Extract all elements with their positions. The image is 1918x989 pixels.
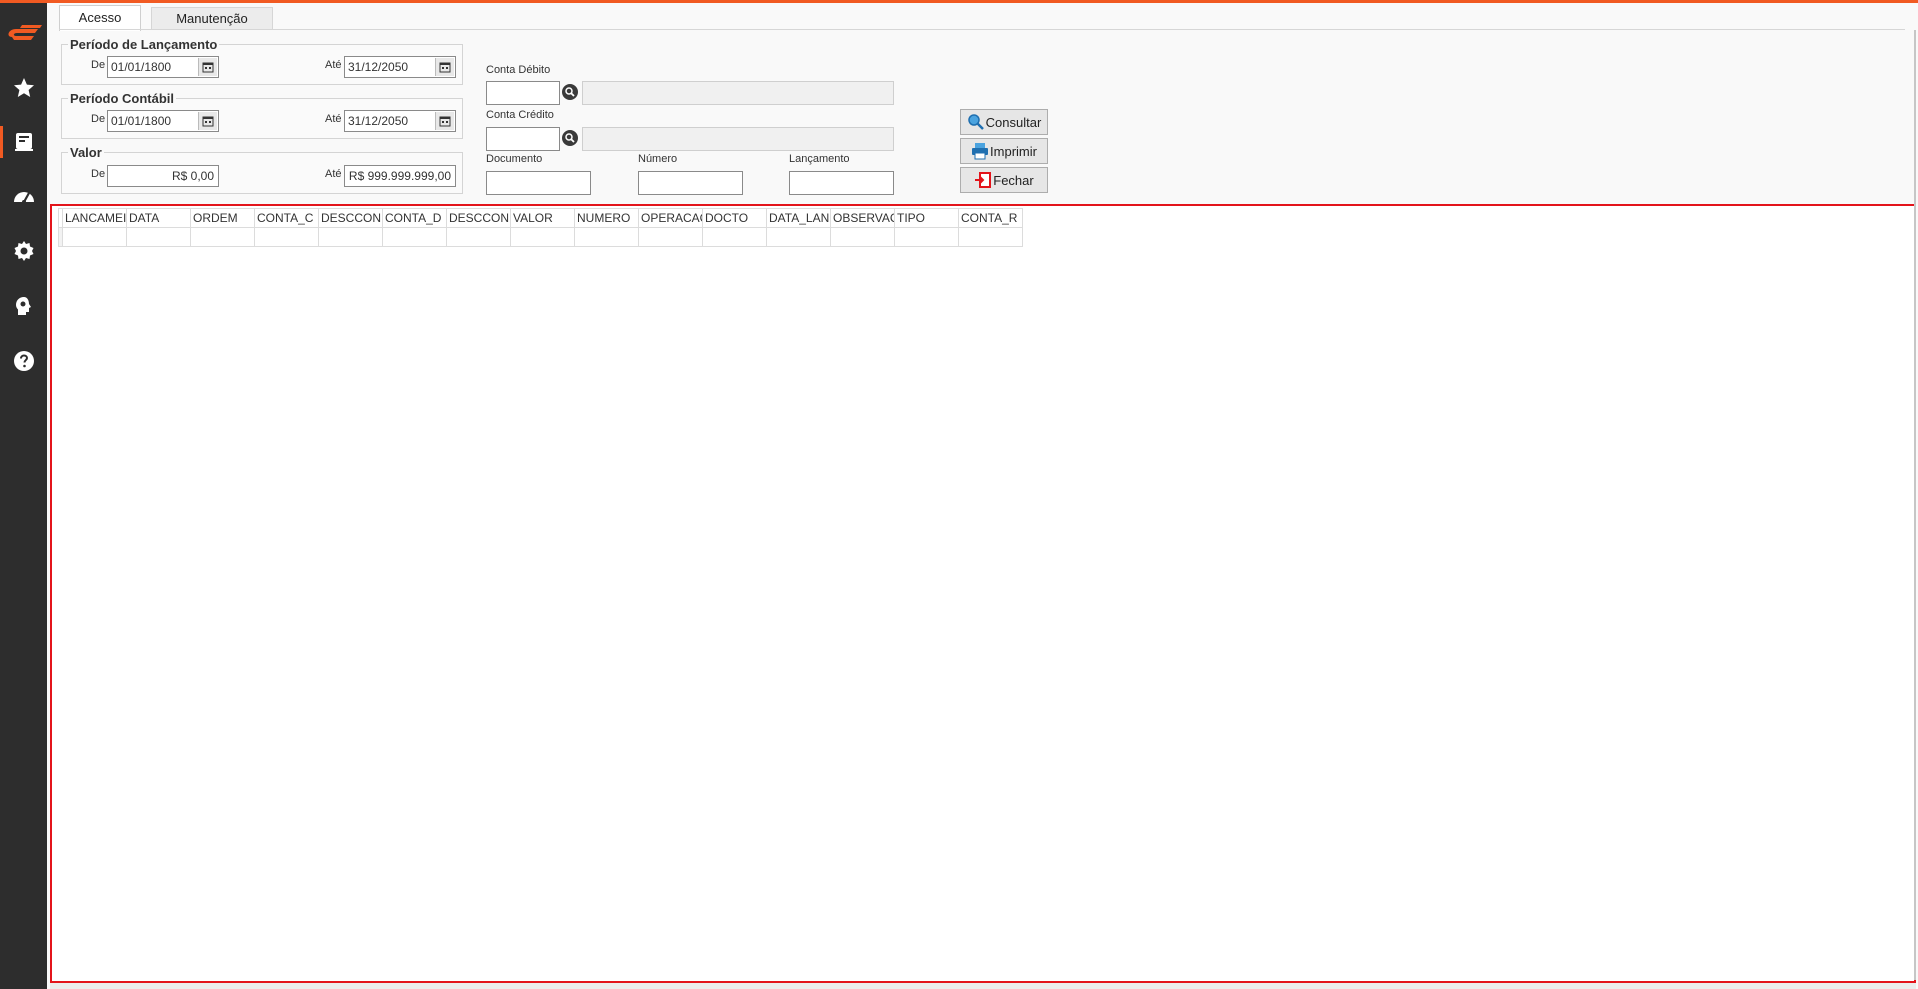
search-icon [967,114,984,130]
periodo-lancamento-title: Período de Lançamento [70,37,218,52]
documento-input[interactable] [486,171,591,195]
consultar-label: Consultar [985,114,1042,130]
column-header[interactable]: DOCTO [702,208,767,228]
column-header[interactable]: OPERACAC [638,208,703,228]
fechar-button[interactable]: Fechar [960,167,1048,193]
table-cell[interactable] [638,227,703,247]
column-header[interactable]: CONTA_C [254,208,319,228]
periodo-lancamento-de-input[interactable]: 01/01/1800 [107,56,219,78]
gear-icon [14,241,33,261]
periodo-lancamento-ate-value: 31/12/2050 [348,60,409,74]
table-header-row: LANCAMEI DATA ORDEM CONTA_C DESCCON CONT… [58,208,1023,228]
periodo-lancamento-ate-input[interactable]: 31/12/2050 [344,56,456,78]
column-header[interactable]: OBSERVAC [830,208,895,228]
table-cell[interactable] [254,227,319,247]
printer-icon [972,143,989,160]
numero-input[interactable] [638,171,743,195]
column-header[interactable]: CONTA_D [382,208,447,228]
column-header[interactable]: DESCCON [446,208,511,228]
dashboard-icon [13,192,34,204]
table-cell[interactable] [318,227,383,247]
column-header[interactable]: ORDEM [190,208,255,228]
lancamento-input[interactable] [789,171,894,195]
sidebar [0,3,47,989]
periodo-lancamento-de-label: De [91,59,106,71]
conta-credito-label: Conta Crédito [486,109,554,121]
periodo-contabil-title: Período Contábil [70,91,174,106]
periodo-contabil-ate-value: 31/12/2050 [348,114,409,128]
table-cell[interactable] [830,227,895,247]
column-header[interactable]: TIPO [894,208,959,228]
periodo-contabil-ate-label: Até [325,113,342,125]
table-cell[interactable] [190,227,255,247]
table-cell[interactable] [958,227,1023,247]
table-row[interactable] [58,227,1023,247]
ledger-icon [14,133,33,151]
valor-ate-input[interactable]: R$ 999.999.999,00 [344,165,456,187]
sidebar-item-favorites[interactable] [0,66,47,110]
lancamento-label: Lançamento [789,153,850,165]
help-icon [13,351,34,371]
search-icon[interactable] [562,130,578,146]
periodo-contabil-de-label: De [91,113,106,125]
table-cell[interactable] [702,227,767,247]
table-cell[interactable] [446,227,511,247]
column-header[interactable]: VALOR [510,208,575,228]
fechar-label: Fechar [993,172,1034,188]
column-header[interactable]: DATA_LAN [766,208,831,228]
vertical-scrollbar[interactable] [1914,30,1916,980]
sidebar-item-dashboard[interactable] [0,174,47,218]
sidebar-item-settings[interactable] [0,229,47,273]
sidebar-item-help[interactable] [0,339,47,383]
table-cell[interactable] [766,227,831,247]
valor-title: Valor [70,145,102,160]
periodo-contabil-ate-input[interactable]: 31/12/2050 [344,110,456,132]
calendar-icon[interactable] [435,58,454,76]
column-header[interactable]: CONTA_R [958,208,1023,228]
column-header[interactable]: NUMERO [574,208,639,228]
conta-debito-description [582,81,894,105]
tab-acesso[interactable]: Acesso [59,5,141,31]
results-grid[interactable]: LANCAMEI DATA ORDEM CONTA_C DESCCON CONT… [50,204,1916,983]
search-icon[interactable] [562,84,578,100]
table-cell[interactable] [574,227,639,247]
results-table: LANCAMEI DATA ORDEM CONTA_C DESCCON CONT… [58,208,1023,247]
imprimir-label: Imprimir [990,143,1037,159]
valor-de-input[interactable]: R$ 0,00 [107,165,219,187]
sidebar-item-ledger[interactable] [0,120,47,164]
conta-debito-label: Conta Débito [486,64,551,76]
star-icon [13,78,34,97]
tab-manutencao[interactable]: Manutenção [151,7,273,30]
sidebar-item-support[interactable] [0,284,47,328]
exit-icon [975,172,992,188]
table-cell[interactable] [126,227,191,247]
table-cell[interactable] [382,227,447,247]
calendar-icon[interactable] [198,112,217,130]
periodo-lancamento-ate-label: Até [325,59,342,71]
table-cell[interactable] [510,227,575,247]
column-header[interactable]: DATA [126,208,191,228]
table-cell[interactable] [894,227,959,247]
head-gear-icon [15,297,31,315]
periodo-contabil-de-input[interactable]: 01/01/1800 [107,110,219,132]
conta-credito-input[interactable] [486,127,560,151]
column-header[interactable]: DESCCON [318,208,383,228]
calendar-icon[interactable] [435,112,454,130]
periodo-contabil-de-value: 01/01/1800 [111,114,172,128]
documento-label: Documento [486,153,543,165]
numero-label: Número [638,153,678,165]
table-cell[interactable] [62,227,127,247]
valor-ate-label: Até [325,168,342,180]
conta-credito-description [582,127,894,151]
column-header[interactable]: LANCAMEI [62,208,127,228]
valor-de-label: De [91,168,106,180]
consultar-button[interactable]: Consultar [960,109,1048,135]
app-logo-icon [8,25,42,40]
status-strip [50,983,1916,989]
conta-debito-input[interactable] [486,81,560,105]
tab-divider [59,29,1905,30]
imprimir-button[interactable]: Imprimir [960,138,1048,164]
periodo-lancamento-de-value: 01/01/1800 [111,60,172,74]
calendar-icon[interactable] [198,58,217,76]
